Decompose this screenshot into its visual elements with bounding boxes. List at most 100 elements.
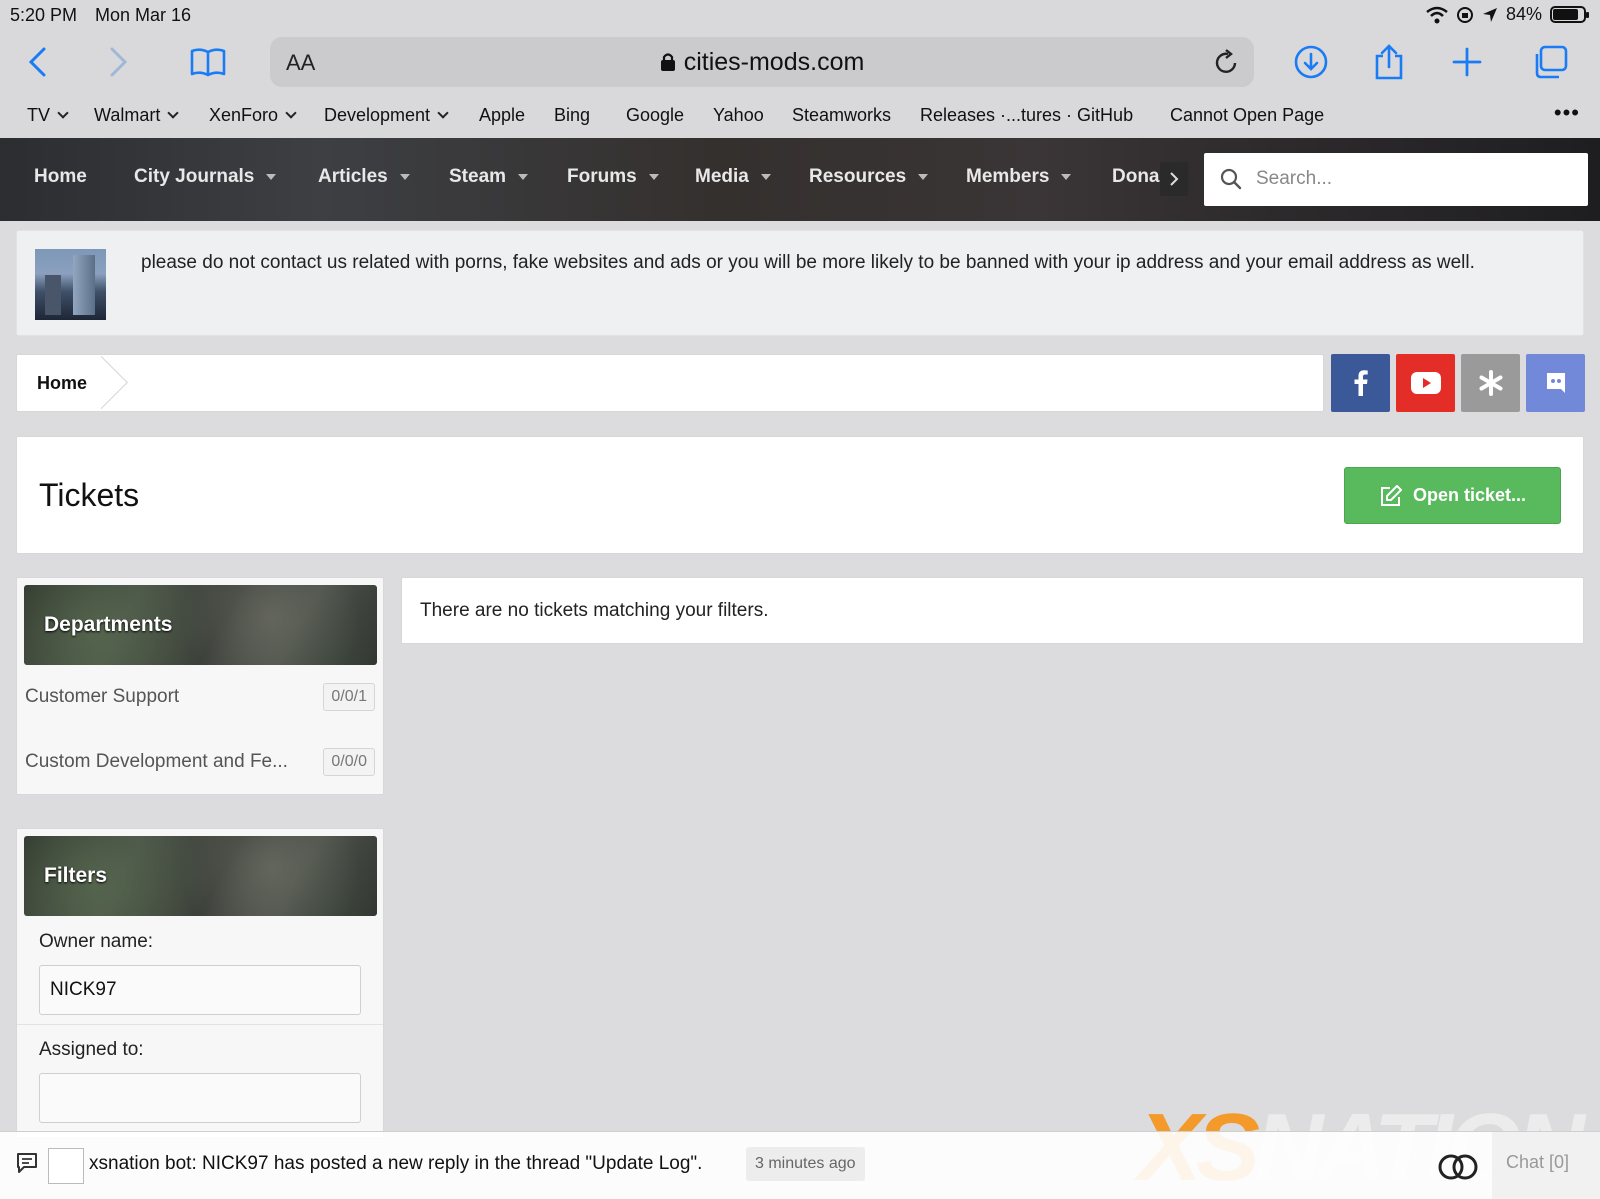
avatar[interactable] <box>48 1148 84 1184</box>
bookmark-steamworks[interactable]: Steamworks <box>792 105 891 126</box>
owner-name-label: Owner name: <box>39 931 154 952</box>
departments-panel: Departments Customer Support 0/0/1 Custo… <box>16 577 384 795</box>
departments-header: Departments <box>24 585 377 665</box>
nav-donate[interactable]: Dona <box>1112 166 1160 188</box>
nav-members[interactable]: Members <box>966 166 1072 188</box>
search-icon <box>1220 168 1242 190</box>
site-navigation: Home City Journals Articles Steam Forums… <box>0 138 1600 221</box>
bookmark-development[interactable]: Development <box>324 105 449 126</box>
new-tab-button[interactable] <box>1452 44 1482 80</box>
bookmark-bing[interactable]: Bing <box>554 105 590 126</box>
open-ticket-button[interactable]: Open ticket... <box>1344 467 1561 524</box>
page-title: Tickets <box>39 477 140 513</box>
more-bookmarks-button[interactable]: ••• <box>1554 100 1580 126</box>
owner-name-input[interactable] <box>39 965 361 1015</box>
filters-title: Filters <box>44 864 108 887</box>
discord-icon <box>1546 373 1565 393</box>
bookmarks-button[interactable] <box>190 44 226 80</box>
chevron-down-icon <box>437 107 449 119</box>
chat-message[interactable]: xsnation bot: NICK97 has posted a new re… <box>89 1153 702 1175</box>
nav-city-journals[interactable]: City Journals <box>134 166 277 188</box>
downloads-button[interactable] <box>1294 44 1328 80</box>
department-label: Customer Support <box>25 686 180 707</box>
discord-button[interactable] <box>1526 354 1585 412</box>
breadcrumb: Home <box>16 354 1324 412</box>
location-icon <box>1482 7 1497 22</box>
nav-steam[interactable]: Steam <box>449 166 529 188</box>
chat-timestamp: 3 minutes ago <box>746 1147 865 1181</box>
back-button[interactable] <box>26 44 50 80</box>
battery-percent: 84% <box>1505 4 1542 24</box>
department-label: Custom Development and Fe... <box>25 751 288 772</box>
tickets-list: There are no tickets matching your filte… <box>401 577 1584 644</box>
filters-header: Filters <box>24 836 377 916</box>
forward-button[interactable] <box>106 44 130 80</box>
nav-home[interactable]: Home <box>34 166 87 188</box>
battery-fill <box>1553 9 1579 20</box>
caret-down-icon[interactable] <box>399 174 410 180</box>
bookmark-releases-github[interactable]: Releases ·...tures · GitHub <box>920 105 1133 126</box>
department-item[interactable]: Custom Development and Fe... 0/0/0 <box>25 743 375 783</box>
asterisk-icon <box>1479 370 1502 396</box>
nav-articles[interactable]: Articles <box>318 166 410 188</box>
assigned-to-input[interactable] <box>39 1073 361 1123</box>
chat-toggle-button[interactable]: Chat [0] <box>1492 1132 1600 1199</box>
empty-tickets-message: There are no tickets matching your filte… <box>420 600 769 621</box>
caret-down-icon[interactable] <box>760 174 771 180</box>
nav-forums[interactable]: Forums <box>567 166 659 188</box>
status-date: Mon Mar 16 <box>95 5 192 25</box>
caret-down-icon[interactable] <box>1061 174 1072 180</box>
nav-media[interactable]: Media <box>695 166 771 188</box>
tabs-overview-button[interactable] <box>1532 44 1568 80</box>
address-bar[interactable]: AA cities-mods.com <box>270 37 1254 87</box>
youtube-icon <box>1410 372 1441 394</box>
search-input[interactable] <box>1256 163 1566 195</box>
status-time: 5:20 PM <box>10 5 78 25</box>
bookmark-xenforo[interactable]: XenForo <box>209 105 297 126</box>
favorites-bar: TV Walmart XenForo Development Apple Bin… <box>0 100 1600 132</box>
chevron-down-icon <box>167 107 180 119</box>
filters-panel: Filters Owner name: Assigned to: <box>16 828 384 1138</box>
department-count: 0/0/1 <box>323 683 375 711</box>
toggle-icon[interactable] <box>1436 1154 1480 1180</box>
open-ticket-label: Open ticket... <box>1412 485 1527 505</box>
url-text: cities-mods.com <box>683 48 865 76</box>
status-bar: 5:20 PM Mon Mar 16 84% <box>0 0 1600 30</box>
reload-button[interactable] <box>1214 48 1240 81</box>
chevron-right-icon <box>1170 172 1179 186</box>
bookmark-walmart[interactable]: Walmart <box>94 105 180 126</box>
breadcrumb-home[interactable]: Home <box>37 373 87 394</box>
chevron-left-icon <box>28 47 46 77</box>
bookmark-apple[interactable]: Apple <box>479 105 525 126</box>
asterisk-button[interactable] <box>1461 354 1520 412</box>
tabs-icon <box>1535 45 1568 79</box>
chat-bar: xsnation bot: NICK97 has posted a new re… <box>0 1131 1600 1199</box>
battery-icon <box>1550 6 1589 23</box>
caret-down-icon[interactable] <box>518 174 529 180</box>
youtube-button[interactable] <box>1396 354 1455 412</box>
rotation-lock-icon <box>1456 6 1473 23</box>
facebook-icon <box>1354 370 1368 396</box>
caret-down-icon[interactable] <box>648 174 659 180</box>
department-item[interactable]: Customer Support 0/0/1 <box>25 678 375 718</box>
lock-icon <box>660 53 675 71</box>
chevron-down-icon <box>285 107 297 119</box>
caret-down-icon[interactable] <box>266 174 277 180</box>
facebook-button[interactable] <box>1331 354 1390 412</box>
nav-resources[interactable]: Resources <box>809 166 929 188</box>
nav-scroll-right-button[interactable] <box>1160 162 1188 196</box>
chat-bubble-icon[interactable] <box>16 1152 38 1174</box>
bookmark-yahoo[interactable]: Yahoo <box>713 105 764 126</box>
bookmark-cannot-open-page[interactable]: Cannot Open Page <box>1170 105 1324 126</box>
department-count: 0/0/0 <box>323 748 375 776</box>
share-button[interactable] <box>1373 44 1405 80</box>
bookmark-tv[interactable]: TV <box>27 105 69 126</box>
url-display[interactable]: cities-mods.com <box>270 48 1254 77</box>
search-box[interactable] <box>1204 153 1588 206</box>
bookmark-google[interactable]: Google <box>626 105 684 126</box>
chevron-right-icon <box>110 47 128 77</box>
chevron-down-icon <box>57 107 69 119</box>
reload-icon <box>1215 49 1237 73</box>
caret-down-icon[interactable] <box>918 174 929 180</box>
download-icon <box>1294 45 1328 79</box>
